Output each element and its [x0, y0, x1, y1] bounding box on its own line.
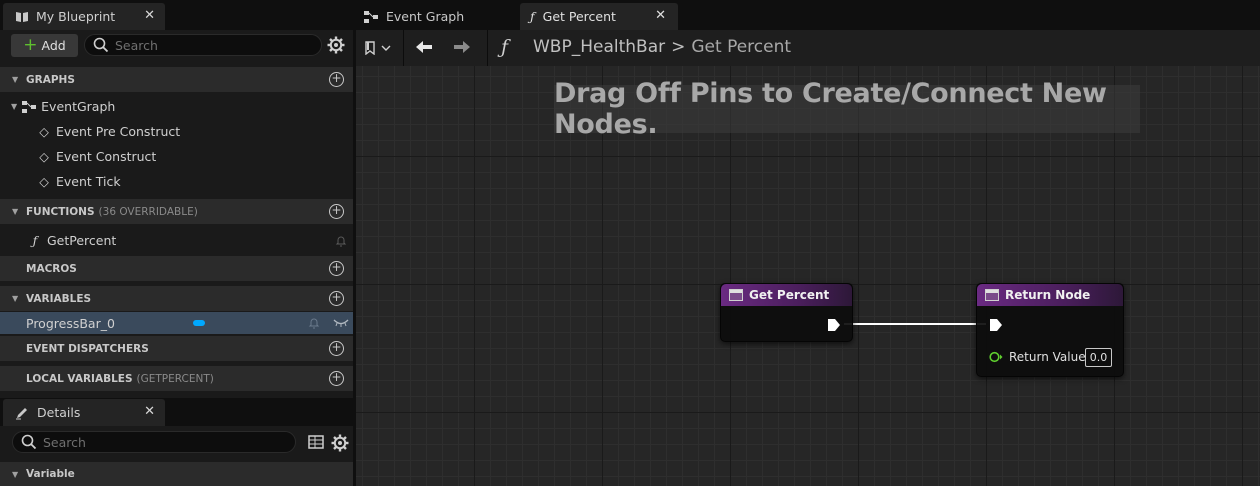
table-view-icon[interactable]: [308, 435, 324, 449]
eventgraph-label: EventGraph: [41, 99, 116, 114]
node-get-percent[interactable]: Get Percent: [720, 283, 853, 342]
event-diamond-icon: ◇: [39, 124, 49, 139]
function-label: GetPercent: [47, 233, 117, 248]
collapse-arrow-icon: ▼: [12, 294, 19, 303]
plus-icon: +: [23, 35, 38, 55]
details-tabstrip: Details ✕: [0, 398, 353, 426]
bell-icon: [308, 318, 320, 329]
section-functions-sub: (36 OVERRIDABLE): [98, 205, 198, 218]
close-icon[interactable]: ✕: [144, 404, 155, 419]
search-placeholder: Search: [43, 434, 86, 450]
section-graphs[interactable]: ▼ GRAPHS +: [0, 67, 353, 92]
details-search-input[interactable]: Search: [12, 431, 296, 453]
graph-item-event-tick[interactable]: ◇ Event Tick: [0, 169, 353, 194]
section-local-variables[interactable]: LOCAL VARIABLES (GETPERCENT) +: [0, 366, 353, 391]
return-value-input[interactable]: 0.0: [1085, 348, 1112, 367]
my-blueprint-panel: My Blueprint ✕ + Add Search ▼ GRAPHS + ▼…: [0, 0, 353, 486]
bell-icon: [335, 236, 347, 247]
my-blueprint-toolbar: + Add Search: [0, 30, 353, 62]
variable-type-pill: [193, 320, 205, 326]
tab-get-percent[interactable]: ƒ Get Percent ✕: [520, 3, 678, 30]
section-local-variables-label: LOCAL VARIABLES: [26, 372, 133, 385]
return-value-label: Return Value: [1009, 350, 1086, 364]
graph-item-eventgraph[interactable]: ▼ EventGraph: [0, 94, 353, 119]
graph-item-event-construct[interactable]: ◇ Event Construct: [0, 144, 353, 169]
my-blueprint-tab-label: My Blueprint: [36, 9, 116, 24]
variable-label: ProgressBar_0: [26, 315, 115, 331]
float-pin-icon[interactable]: [989, 351, 1003, 363]
graph-canvas[interactable]: ƒ WBP_HealthBar > Get Percent Drag Off Pin…: [356, 30, 1260, 486]
node-header: Return Node: [977, 284, 1123, 306]
event-label: Event Tick: [56, 174, 121, 189]
collapse-arrow-icon: ▼: [12, 469, 19, 479]
graph-item-event-pre-construct[interactable]: ◇ Event Pre Construct: [0, 119, 353, 144]
gear-icon[interactable]: [331, 434, 349, 452]
close-icon[interactable]: ✕: [144, 8, 155, 23]
add-event-dispatcher-button[interactable]: +: [329, 341, 344, 356]
function-icon: ƒ: [530, 9, 535, 24]
add-button[interactable]: + Add: [11, 34, 78, 57]
book-icon: [16, 11, 28, 22]
tab-get-percent-label: Get Percent: [542, 9, 616, 24]
exec-in-pin-icon[interactable]: [989, 318, 1003, 332]
section-macros-label: MACROS: [26, 262, 77, 275]
variable-item-progressbar[interactable]: ProgressBar_0: [0, 312, 353, 334]
function-node-icon: [729, 289, 743, 301]
node-title: Get Percent: [749, 288, 830, 302]
search-placeholder: Search: [115, 37, 158, 53]
section-variable-label: Variable: [26, 468, 75, 480]
section-macros[interactable]: MACROS +: [0, 256, 353, 281]
collapse-arrow-icon: ▼: [12, 207, 19, 216]
details-tab[interactable]: Details ✕: [3, 399, 165, 426]
add-local-variable-button[interactable]: +: [329, 371, 344, 386]
pencil-icon: [16, 407, 27, 419]
node-title: Return Node: [1005, 288, 1091, 302]
add-function-button[interactable]: +: [329, 204, 344, 219]
section-variables-label: VARIABLES: [26, 292, 92, 305]
search-icon: [21, 434, 37, 450]
exec-out-pin-icon[interactable]: [827, 318, 841, 332]
tab-event-graph[interactable]: Event Graph: [356, 3, 516, 30]
my-blueprint-tabstrip: My Blueprint ✕: [0, 0, 353, 30]
collapse-arrow-icon: ▼: [12, 75, 19, 84]
node-header: Get Percent: [721, 284, 852, 306]
eye-closed-icon[interactable]: [333, 318, 349, 328]
function-item-getpercent[interactable]: ƒ GetPercent: [0, 228, 353, 253]
section-variables[interactable]: ▼ VARIABLES +: [0, 286, 353, 311]
section-functions[interactable]: ▼ FUNCTIONS (36 OVERRIDABLE) +: [0, 199, 353, 224]
node-return[interactable]: Return Node Return Value 0.0: [976, 283, 1124, 377]
expand-arrow-icon: ▼: [11, 102, 18, 111]
section-graphs-label: GRAPHS: [26, 73, 75, 86]
add-variable-button[interactable]: +: [329, 291, 344, 306]
event-diamond-icon: ◇: [39, 149, 49, 164]
my-blueprint-search-input[interactable]: Search: [84, 34, 322, 56]
graph-tabstrip: Event Graph ƒ Get Percent ✕: [356, 0, 1260, 30]
add-graph-button[interactable]: +: [329, 72, 344, 87]
my-blueprint-tab[interactable]: My Blueprint ✕: [3, 3, 165, 30]
event-label: Event Pre Construct: [56, 124, 181, 139]
event-graph-icon: [364, 10, 378, 23]
function-node-icon: [985, 289, 999, 301]
details-tab-label: Details: [37, 405, 81, 420]
search-icon: [93, 37, 109, 53]
section-variable[interactable]: ▼ Variable: [0, 462, 353, 486]
event-graph-icon: [22, 100, 37, 113]
gear-icon[interactable]: [327, 36, 345, 54]
tab-event-graph-label: Event Graph: [386, 9, 465, 24]
function-icon: ƒ: [32, 233, 38, 248]
section-event-dispatchers[interactable]: EVENT DISPATCHERS +: [0, 336, 353, 361]
add-macro-button[interactable]: +: [329, 261, 344, 276]
event-diamond-icon: ◇: [39, 174, 49, 189]
section-local-variables-sub: (GETPERCENT): [136, 372, 214, 385]
event-label: Event Construct: [56, 149, 157, 164]
section-event-dispatchers-label: EVENT DISPATCHERS: [26, 342, 149, 355]
section-functions-label: FUNCTIONS: [26, 205, 95, 218]
exec-wire: [844, 323, 986, 325]
add-button-label: Add: [41, 38, 66, 53]
close-icon[interactable]: ✕: [655, 8, 666, 23]
